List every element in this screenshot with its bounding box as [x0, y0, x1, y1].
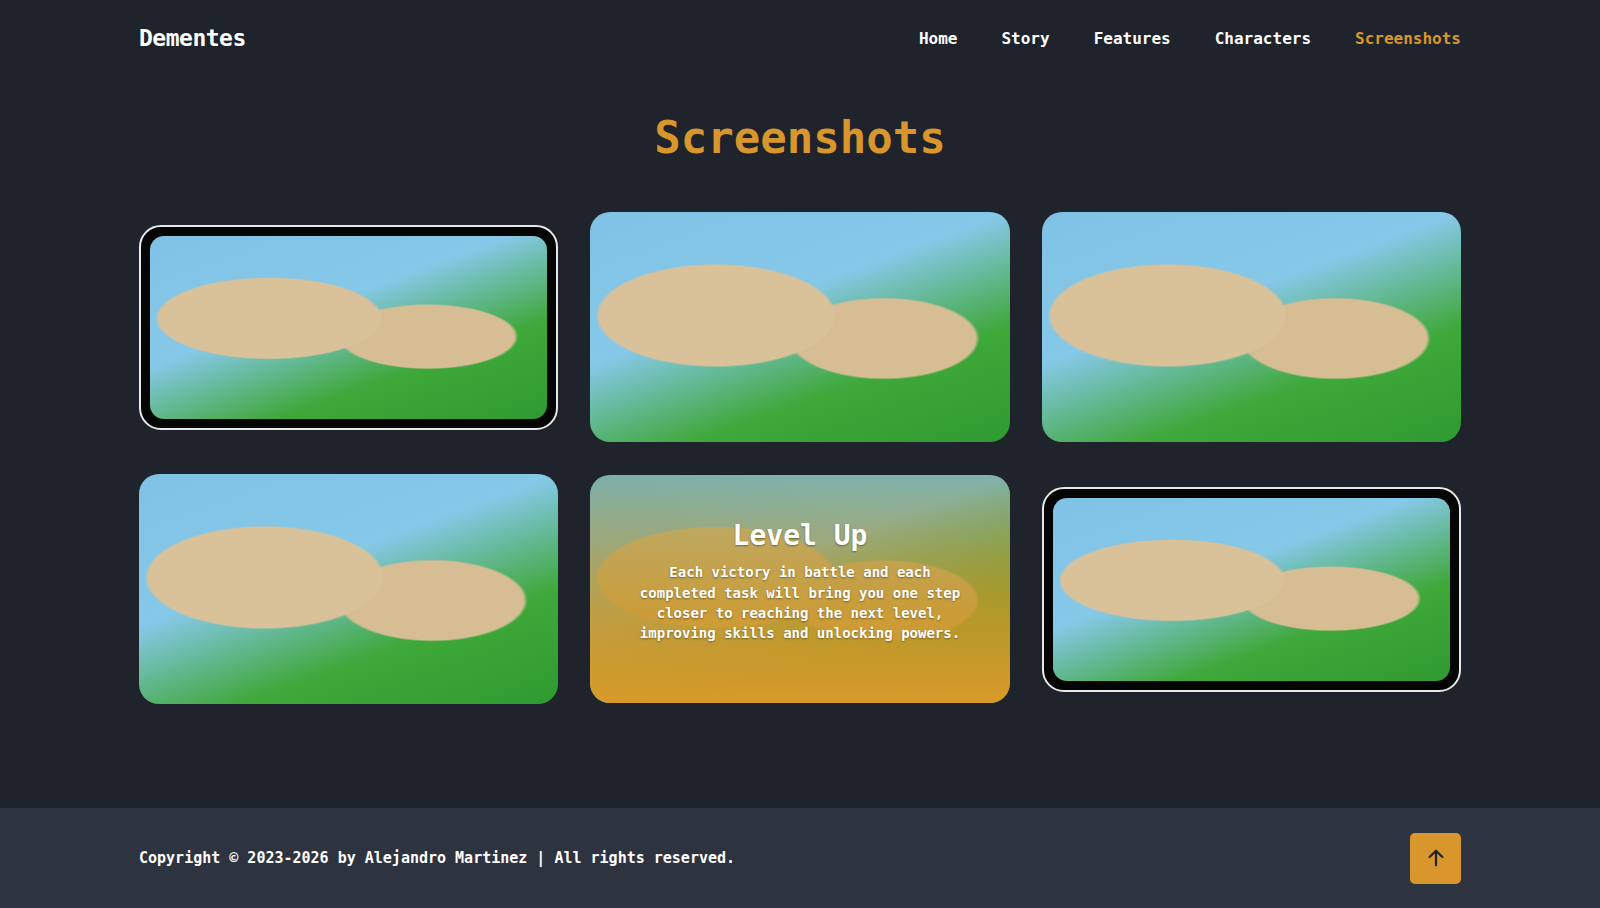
caption-title: Level Up — [733, 519, 868, 552]
screenshot-grid: Level Up Each victory in battle and each … — [139, 212, 1461, 704]
screenshot-image — [139, 474, 558, 704]
screenshot-card[interactable] — [590, 212, 1009, 442]
nav-link[interactable]: Home — [919, 29, 958, 48]
nav-link[interactable]: Features — [1094, 29, 1171, 48]
screenshot-card[interactable] — [1042, 487, 1461, 692]
main-nav: Home Story Features Characters Screenshots — [919, 29, 1461, 48]
copyright-text: Copyright © 2023-2026 by Alejandro Marti… — [139, 849, 735, 867]
arrow-up-icon — [1425, 847, 1447, 869]
nav-link[interactable]: Characters — [1215, 29, 1311, 48]
screenshot-image — [1053, 498, 1450, 681]
screenshot-image — [1042, 212, 1461, 442]
site-logo[interactable]: Dementes — [139, 25, 246, 51]
section-title: Screenshots — [139, 114, 1461, 162]
screenshots-section: Screenshots Level Up Each victory in battl… — [0, 76, 1600, 808]
screenshot-card[interactable] — [1042, 212, 1461, 442]
caption-text: Each victory in battle and each complete… — [630, 562, 969, 643]
back-to-top-button[interactable] — [1410, 833, 1461, 884]
screenshot-image — [590, 212, 1009, 442]
screenshot-image — [150, 236, 547, 419]
site-header: Dementes Home Story Features Characters Scree… — [0, 0, 1600, 76]
screenshot-caption: Level Up Each victory in battle and each … — [590, 475, 1009, 703]
site-footer: Copyright © 2023-2026 by Alejandro Marti… — [0, 808, 1600, 908]
screenshot-card[interactable] — [139, 474, 558, 704]
screenshot-card[interactable] — [139, 225, 558, 430]
nav-link[interactable]: Story — [1001, 29, 1049, 48]
nav-link[interactable]: Screenshots — [1355, 29, 1461, 48]
screenshot-card[interactable]: Level Up Each victory in battle and each … — [590, 475, 1009, 703]
